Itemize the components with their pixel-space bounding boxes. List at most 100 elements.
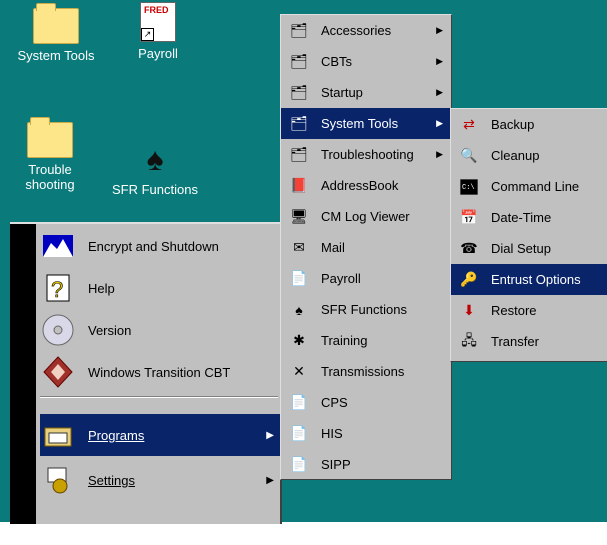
mountain-icon <box>40 230 76 262</box>
submenu-arrow-icon: ▶ <box>436 87 443 97</box>
system-tools-item-label: Entrust Options <box>491 272 581 287</box>
programs-item-label: System Tools <box>321 116 399 131</box>
document-icon: 📄 <box>290 270 308 286</box>
submenu-arrow-icon: ▶ <box>436 25 443 35</box>
programs-item-payroll[interactable]: 📄 Payroll <box>281 263 451 294</box>
desktop-icon-sfr-functions[interactable]: ♠ SFR Functions <box>100 140 210 197</box>
system-tools-item-label: Dial Setup <box>491 241 551 256</box>
system-tools-item-dial-setup[interactable]: ☎ Dial Setup <box>451 233 607 264</box>
submenu-arrow-icon: ▶ <box>436 118 443 128</box>
programs-item-addressbook[interactable]: 📕 AddressBook <box>281 170 451 201</box>
system-tools-item-date-time[interactable]: 📅 Date-Time <box>451 202 607 233</box>
programs-item-label: SIPP <box>321 457 351 472</box>
programs-item-cps[interactable]: 📄 CPS <box>281 387 451 418</box>
system-tools-item-label: Restore <box>491 303 537 318</box>
dial-phone-icon: ☎ <box>460 240 478 256</box>
start-menu-separator <box>40 396 278 398</box>
programs-item-cbts[interactable]: 🗂 CBTs ▶ <box>281 46 451 77</box>
programs-item-accessories[interactable]: 🗂 Accessories ▶ <box>281 15 451 46</box>
svg-text:?: ? <box>51 277 63 302</box>
submenu-arrow-icon: ▶ <box>266 474 274 486</box>
magnifier-icon: 🔍 <box>460 147 478 163</box>
system-tools-item-restore[interactable]: ⬇ Restore <box>451 295 607 326</box>
document-icon: 📄 <box>290 456 308 472</box>
system-tools-item-transfer[interactable]: 🖧 Transfer <box>451 326 607 357</box>
system-tools-item-label: Command Line <box>491 179 580 194</box>
system-tools-menu: ⇄ Backup 🔍 Cleanup C:\ Command Line 📅 Date-T… <box>450 108 607 362</box>
programs-item-label: Startup <box>321 85 363 100</box>
system-tools-item-entrust-options[interactable]: 🔑 Entrust Options <box>451 264 607 295</box>
desktop-icon-troubleshooting[interactable]: Trouble shooting <box>10 117 90 192</box>
programs-item-label: Troubleshooting <box>321 147 414 162</box>
programs-item-label: SFR Functions <box>321 302 407 317</box>
training-figure-icon: ✱ <box>293 332 305 348</box>
submenu-arrow-icon: ▶ <box>436 149 443 159</box>
start-menu-banner <box>10 224 36 524</box>
submenu-arrow-icon: ▶ <box>266 429 274 441</box>
desktop-icon-label: System Tools <box>17 48 95 63</box>
settings-icon <box>40 464 76 496</box>
system-tools-item-label: Transfer <box>491 334 539 349</box>
monitor-icon: 🖥 <box>290 208 308 224</box>
programs-item-label: AddressBook <box>321 178 399 193</box>
start-item-help[interactable]: ? Help <box>40 268 280 308</box>
start-item-programs[interactable]: Programs ▶ <box>40 414 280 456</box>
programs-item-sipp[interactable]: 📄 SIPP <box>281 449 451 480</box>
programs-item-label: HIS <box>321 426 343 441</box>
payroll-badge: FRED <box>144 5 169 15</box>
system-tools-item-backup[interactable]: ⇄ Backup <box>451 109 607 140</box>
programs-item-startup[interactable]: 🗂 Startup ▶ <box>281 77 451 108</box>
programs-item-label: CBTs <box>321 54 353 69</box>
payroll-doc-icon: FRED ↗ <box>140 2 176 42</box>
mail-icon: ✉ <box>293 239 305 255</box>
start-menu: Encrypt and Shutdown ? Help Version Wind… <box>10 222 282 524</box>
group-folder-icon: 🗂 <box>290 84 308 100</box>
key-check-icon: 🔑 <box>460 271 478 287</box>
shortcut-arrow-icon: ↗ <box>141 28 154 41</box>
start-item-label: Settings <box>88 472 135 488</box>
desktop-icon-system-tools[interactable]: System Tools <box>8 3 104 63</box>
programs-item-system-tools[interactable]: 🗂 System Tools ▶ <box>281 108 451 139</box>
system-tools-item-cleanup[interactable]: 🔍 Cleanup <box>451 140 607 171</box>
satellite-icon: ✕ <box>293 363 305 379</box>
start-item-label: Help <box>88 280 115 296</box>
start-item-label: Version <box>88 322 132 338</box>
programs-item-transmissions[interactable]: ✕ Transmissions <box>281 356 451 387</box>
start-item-label: Programs <box>88 427 145 443</box>
group-folder-icon: 🗂 <box>290 115 308 131</box>
document-icon: 📄 <box>290 394 308 410</box>
start-item-version[interactable]: Version <box>40 310 280 350</box>
diamond-icon <box>40 356 76 388</box>
programs-item-label: Training <box>321 333 368 348</box>
programs-item-his[interactable]: 📄 HIS <box>281 418 451 449</box>
desktop-icon-payroll[interactable]: FRED ↗ Payroll <box>118 2 198 61</box>
programs-item-training[interactable]: ✱ Training <box>281 325 451 356</box>
programs-item-label: CM Log Viewer <box>321 209 410 224</box>
group-folder-icon: 🗂 <box>290 22 308 38</box>
desktop-icon-label: Payroll <box>138 46 178 61</box>
system-tools-item-label: Date-Time <box>491 210 552 225</box>
submenu-arrow-icon: ▶ <box>436 56 443 66</box>
backup-arrows-icon: ⇄ <box>463 116 475 132</box>
jester-icon: ♠ <box>295 301 303 318</box>
desktop-icon-label: Trouble shooting <box>25 162 75 192</box>
start-item-encrypt-shutdown[interactable]: Encrypt and Shutdown <box>40 226 280 266</box>
programs-item-label: Mail <box>321 240 345 255</box>
desktop-icon-label: SFR Functions <box>112 182 198 197</box>
programs-item-cm-log-viewer[interactable]: 🖥 CM Log Viewer <box>281 201 451 232</box>
programs-item-label: Transmissions <box>321 364 405 379</box>
programs-item-label: Payroll <box>321 271 361 286</box>
programs-item-label: CPS <box>321 395 348 410</box>
address-book-icon: 📕 <box>290 177 308 193</box>
programs-item-troubleshooting[interactable]: 🗂 Troubleshooting ▶ <box>281 139 451 170</box>
cd-icon <box>40 314 76 346</box>
command-prompt-icon: C:\ <box>459 178 479 196</box>
programs-item-mail[interactable]: ✉ Mail <box>281 232 451 263</box>
start-item-windows-transition-cbt[interactable]: Windows Transition CBT <box>40 352 280 392</box>
programs-item-sfr-functions[interactable]: ♠ SFR Functions <box>281 294 451 325</box>
calendar-clock-icon: 📅 <box>460 209 478 225</box>
system-tools-item-label: Cleanup <box>491 148 540 163</box>
system-tools-item-command-line[interactable]: C:\ Command Line <box>451 171 607 202</box>
start-item-settings[interactable]: Settings ▶ <box>40 460 280 500</box>
svg-text:C:\: C:\ <box>462 184 475 192</box>
